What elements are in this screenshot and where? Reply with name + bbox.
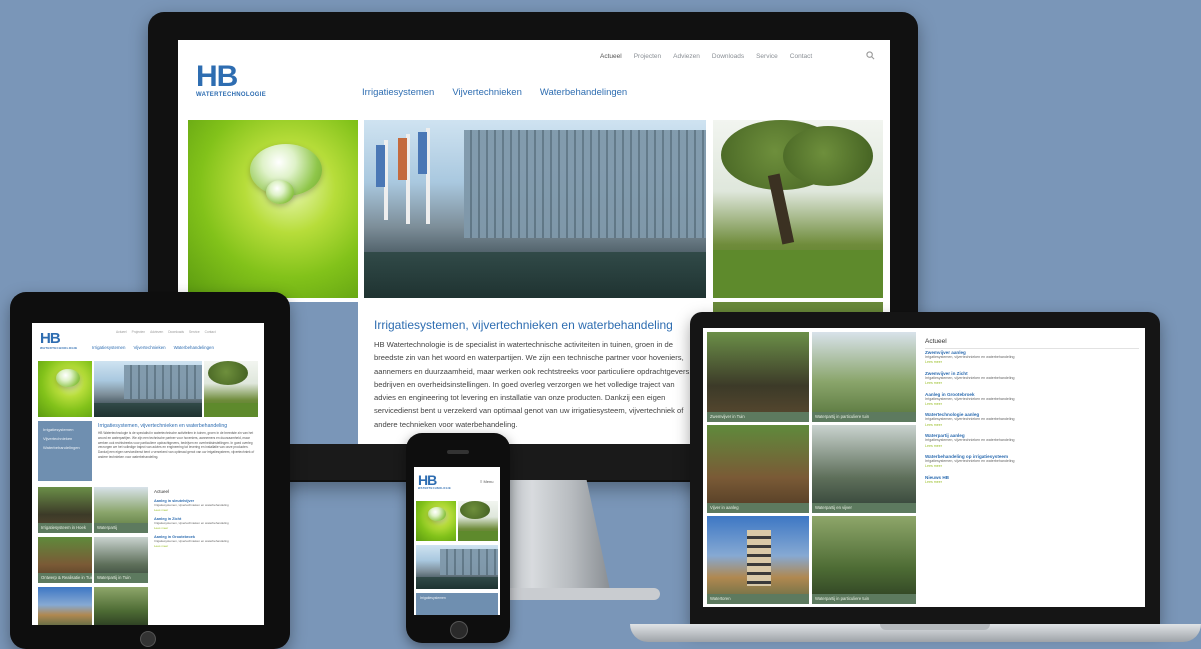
logo-subtitle: WATERTECHNOLOGIE [196,92,267,98]
laptop-screen: Zwemvijver in Tuin Waterpartij in partic… [703,328,1145,607]
read-more-link[interactable]: Lees meer [925,360,1139,365]
article-body: HB Watertechnologie is de specialist in … [374,340,692,429]
menu-button[interactable]: ≡ Menu [480,479,493,484]
office-building-image [416,545,498,589]
read-more-link[interactable]: Lees meer [925,464,1139,469]
tablet-article: Irrigatiesystemen, vijvertechnieken en w… [98,423,258,471]
top-link[interactable]: Contact [205,330,216,334]
gallery-item[interactable] [38,587,92,625]
office-building-image [94,361,202,417]
logo-text: HB [40,330,61,347]
top-link[interactable]: Projecten [634,53,661,60]
logo-subtitle: WATERTECHNOLOGIE [40,346,78,350]
top-link[interactable]: Downloads [712,53,744,60]
read-more-link[interactable]: Lees meer [154,544,258,549]
top-links: Actueel Projecten Adviezen Downloads Ser… [600,53,812,60]
top-link[interactable]: Service [189,330,200,334]
search-icon[interactable] [866,51,875,60]
gallery-item[interactable]: Waterpartij in Tuin [94,537,148,583]
nav-item-irrigatie[interactable]: Irrigatiesystemen [362,87,434,98]
read-more-link[interactable]: Lees meer [925,423,1139,428]
side-link[interactable]: Irrigatiesystemen [416,593,498,603]
tablet-screen: HB WATERTECHNOLOGIE Actueel Projecten Ad… [32,323,264,625]
side-link[interactable]: Waterbehandelingen [38,443,92,452]
top-link[interactable]: Service [756,53,778,60]
phone-home-button[interactable] [450,621,468,639]
news-header: Actueel [154,489,170,494]
gallery-item[interactable]: Waterpartij en vijver [812,425,916,513]
tablet-logo[interactable]: HB WATERTECHNOLOGIE [40,331,77,350]
read-more-link[interactable]: Lees meer [154,508,258,513]
gallery-item[interactable]: Zwemvijver in Tuin [707,332,809,422]
laptop-news: Actueel Zwemvijver aanleg Irrigatiesyste… [925,338,1139,485]
news-header: Actueel [925,338,947,345]
gallery-item[interactable]: Waterpartij in particuliere tuin [812,516,916,604]
tablet-nav: Irrigatiesystemen Vijvertechnieken Water… [92,345,214,350]
laptop-notch [880,624,990,630]
logo-text: HB [418,472,437,488]
top-link[interactable]: Adviezen [673,53,700,60]
phone-screen: HB WATERTECHNOLOGIE ≡ Menu Irrigatiesyst… [414,467,500,615]
top-link[interactable]: Projecten [132,330,145,334]
home-button[interactable] [140,631,156,647]
tablet-side-menu: Irrigatiesystemen Vijvertechnieken Water… [38,421,92,481]
tablet-top-links: Actueel Projecten Adviezen Downloads Ser… [116,330,216,334]
article: Irrigatiesystemen, vijvertechnieken en w… [374,318,692,431]
top-link[interactable]: Downloads [168,330,184,334]
logo-text: HB [196,60,238,93]
article-body: HB Watertechnologie is de specialist in … [98,431,255,459]
nav-item-vijver[interactable]: Vijvertechnieken [452,87,522,98]
article-title: Irrigatiesystemen, vijvertechnieken en w… [374,318,673,332]
read-more-link[interactable]: Lees meer [925,381,1139,386]
nav-item-water[interactable]: Waterbehandelingen [540,87,627,98]
gallery-item[interactable]: Ontwerp & Realisatie in Tuin [38,537,92,583]
read-more-link[interactable]: Lees meer [925,480,1139,485]
office-building-image [364,120,706,298]
top-link[interactable]: Contact [790,53,812,60]
top-link[interactable]: Actueel [116,330,127,334]
phone-logo[interactable]: HB WATERTECHNOLOGIE [418,473,451,490]
side-link[interactable]: Irrigatiesystemen [38,425,92,434]
gallery-item[interactable]: Irrigatiesysteem in Hoek [38,487,92,533]
read-more-link[interactable]: Lees meer [925,402,1139,407]
tablet-news: Actueel Aanleg in sleutelvijver Irrigati… [154,489,258,548]
top-link[interactable]: Adviezen [150,330,163,334]
tree-irrigation-image [204,361,258,417]
nav-item-vijver[interactable]: Vijvertechnieken [133,345,165,350]
leaf-drop-image [38,361,92,417]
phone-speaker [447,450,469,454]
top-link[interactable]: Actueel [600,53,622,60]
gallery-item[interactable]: Watertoren [707,516,809,604]
main-nav: Irrigatiesystemen Vijvertechnieken Water… [362,87,627,98]
gallery-item[interactable] [94,587,148,625]
tree-irrigation-image [713,120,883,298]
nav-item-water[interactable]: Waterbehandelingen [174,345,214,350]
read-more-link[interactable]: Lees meer [154,526,258,531]
phone-side-menu: Irrigatiesystemen [416,593,498,615]
site-logo[interactable]: HB WATERTECHNOLOGIE [196,60,267,99]
tree-irrigation-image [458,501,498,541]
leaf-drop-image [416,501,456,541]
gallery-item[interactable]: Vijver in aanleg [707,425,809,513]
gallery-item[interactable]: Waterpartij in particuliere tuin [812,332,916,422]
logo-subtitle: WATERTECHNOLOGIE [418,487,451,490]
side-link[interactable]: Vijvertechnieken [38,434,92,443]
article-title: Irrigatiesystemen, vijvertechnieken en w… [98,423,228,429]
leaf-drop-image [188,120,358,298]
read-more-link[interactable]: Lees meer [925,444,1139,449]
nav-item-irrigatie[interactable]: Irrigatiesystemen [92,345,125,350]
gallery-item[interactable]: Waterpartij [94,487,148,533]
